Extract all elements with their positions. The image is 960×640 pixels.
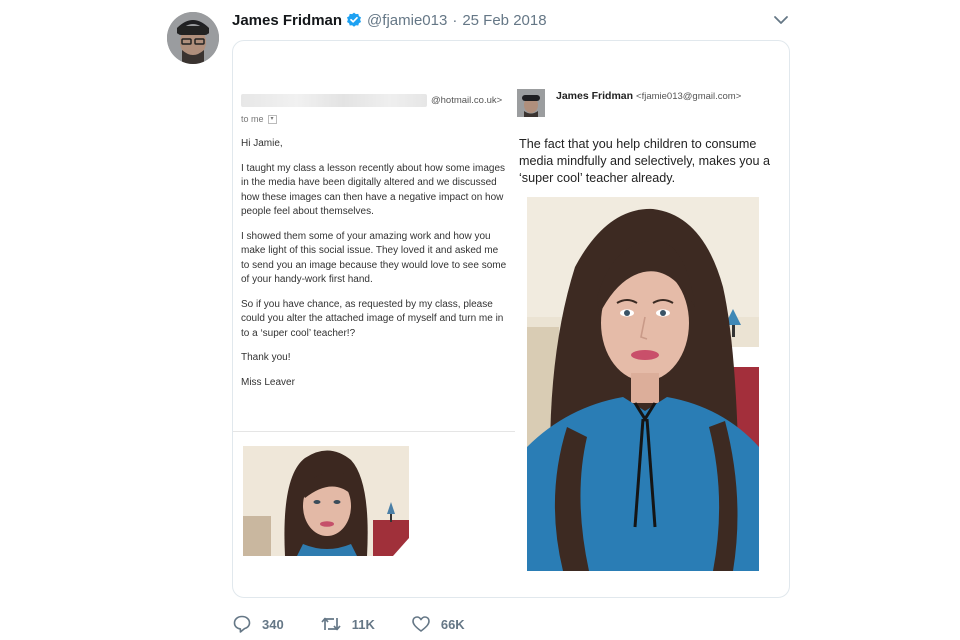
- tweet-media[interactable]: @hotmail.co.uk> to me ▾ Hi Jamie, I taug…: [232, 40, 790, 598]
- caret-down-icon: ▾: [267, 114, 277, 124]
- email-body: Hi Jamie, I taught my class a lesson rec…: [241, 137, 507, 400]
- email-paragraph: I showed them some of your amazing work …: [241, 230, 507, 286]
- like-button[interactable]: 66K: [411, 614, 465, 634]
- email-paragraph: I taught my class a lesson recently abou…: [241, 162, 506, 218]
- retweet-button[interactable]: 11K: [320, 614, 375, 634]
- heart-icon: [412, 616, 430, 632]
- verified-badge-icon: [346, 12, 362, 28]
- reply-avatar: [517, 89, 545, 117]
- selfie-photo: [527, 197, 759, 571]
- reply-button[interactable]: 340: [232, 614, 284, 634]
- email-thanks: Thank you!: [241, 352, 291, 363]
- retweet-icon: [321, 617, 341, 631]
- like-count: 66K: [440, 616, 465, 632]
- chevron-down-icon[interactable]: [772, 11, 790, 29]
- reply-icon: [233, 615, 251, 633]
- reply-count: 340: [262, 616, 284, 632]
- email-recipient: to me ▾: [241, 114, 277, 124]
- blurred-sender-name: [241, 94, 427, 107]
- tweet-actions: 340 11K 66K: [232, 612, 501, 636]
- email-sender-domain: @hotmail.co.uk>: [431, 95, 503, 106]
- author-name[interactable]: James Fridman: [232, 12, 342, 29]
- email-divider: [233, 431, 515, 432]
- reply-sender: James Fridman <fjamie013@gmail.com>: [556, 90, 741, 102]
- reply-text: The fact that you help children to consu…: [519, 137, 771, 185]
- email-signature: Miss Leaver: [241, 376, 295, 388]
- tweet-header: James Fridman @fjamie013 · 25 Feb 2018: [232, 10, 547, 30]
- author-handle[interactable]: @fjamie013: [367, 12, 447, 29]
- reply-sender-name: James Fridman: [556, 90, 634, 102]
- avatar-image: [167, 12, 219, 64]
- email-paragraph: So if you have chance, as requested by m…: [241, 298, 504, 339]
- email-greeting: Hi Jamie,: [241, 138, 283, 149]
- email-recipient-label: to me: [241, 114, 264, 124]
- email-sender-row: @hotmail.co.uk>: [241, 93, 503, 109]
- author-avatar[interactable]: [167, 12, 219, 64]
- attachment-thumbnail: [243, 446, 409, 556]
- header-separator: ·: [452, 11, 458, 29]
- reply-sender-email: <fjamie013@gmail.com>: [636, 91, 742, 102]
- retweet-count: 11K: [351, 616, 375, 632]
- tweet-date[interactable]: 25 Feb 2018: [462, 12, 546, 29]
